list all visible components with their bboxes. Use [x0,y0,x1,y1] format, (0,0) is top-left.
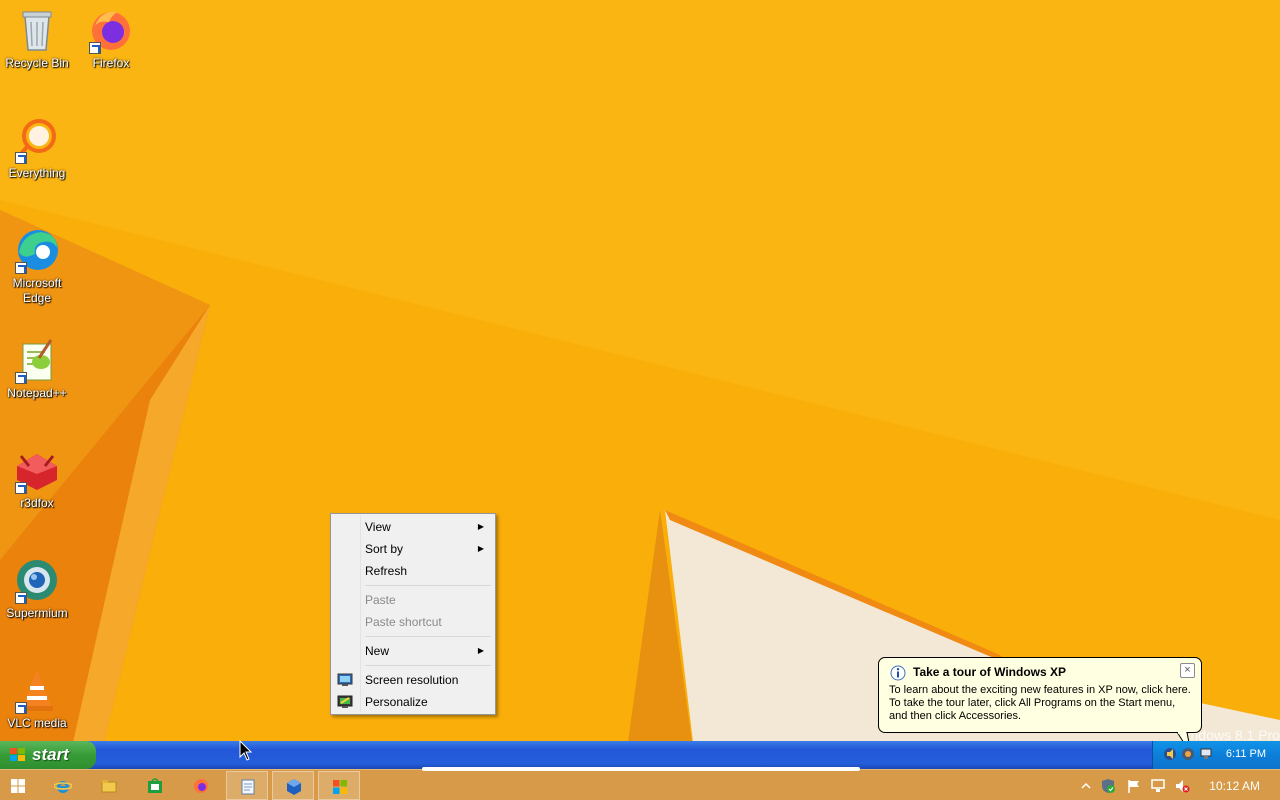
menu-item-label: New [365,644,390,658]
vlc-cone-icon [13,666,61,714]
menu-item-label: Personalize [365,695,428,709]
desktop-icon-notepad-plus-plus[interactable]: Notepad++ [1,336,73,401]
desktop-icon-label: Recycle Bin [5,56,69,70]
shortcut-arrow-icon [15,372,27,384]
desktop-icon-vlc[interactable]: VLC media [1,666,73,731]
shortcut-arrow-icon [15,482,27,494]
menu-item-paste: Paste [333,589,493,611]
menu-item-label: Refresh [365,564,408,578]
windows-xp-flag-icon [333,780,347,794]
menu-item-view[interactable]: View ▶ [333,516,493,538]
menu-separator [363,582,493,589]
r3dfox-icon [13,446,61,494]
taskbar-internet-explorer-button[interactable] [42,771,84,800]
desktop-icon-everything[interactable]: Everything [1,116,73,181]
desktop-icon-firefox[interactable]: Firefox [75,6,147,71]
submenu-arrow-icon: ▶ [477,646,484,655]
desktop-icon-label: Microsoft Edge [12,276,62,305]
menu-item-paste-shortcut: Paste shortcut [333,611,493,633]
action-center-flag-icon[interactable] [1126,778,1142,794]
monitor-icon [337,673,353,686]
submenu-arrow-icon: ▶ [477,544,484,553]
desktop-icon-microsoft-edge[interactable]: Microsoft Edge [1,226,73,306]
mouse-cursor-icon [239,740,253,761]
network-tray-icon[interactable] [1199,747,1213,761]
xp-clock[interactable]: 6:11 PM [1226,748,1266,760]
menu-item-label: Paste shortcut [365,615,442,629]
desktop-icon-label: Supermium [6,606,68,620]
system-clock[interactable]: 10:12 AM [1209,779,1260,793]
windows-8-taskbar: 10:12 AM [0,769,1280,800]
start-button[interactable]: start [0,741,96,769]
edge-icon [13,226,61,274]
menu-item-label: Screen resolution [365,673,459,687]
shortcut-arrow-icon [89,42,101,54]
shortcut-arrow-icon [15,262,27,274]
xp-taskbar: start 6:11 PM [0,741,1280,769]
balloon-title: Take a tour of Windows XP [913,665,1067,679]
menu-item-personalize[interactable]: Personalize [333,691,493,713]
store-icon [148,778,162,793]
windows-flag-icon [10,748,25,761]
taskbar-windows-xp-button[interactable] [318,771,360,800]
personalize-icon [337,695,353,708]
menu-item-label: View [365,520,391,534]
supermium-icon [13,556,61,604]
windows-start-icon[interactable] [10,778,26,794]
menu-item-label: Paste [365,593,396,607]
desktop-icon-label: Notepad++ [7,386,67,400]
defender-shield-icon[interactable] [1100,778,1116,794]
desktop-icon-supermium[interactable]: Supermium [1,556,73,621]
menu-separator [363,633,493,640]
taskbar-firefox-button[interactable] [180,771,222,800]
balloon-body: To learn about the exciting new features… [889,684,1191,722]
network-icon[interactable] [1150,778,1166,794]
everything-search-icon [13,116,61,164]
taskbar-file-explorer-button[interactable] [88,771,130,800]
notepad-plus-plus-icon [13,336,61,384]
balloon-close-button[interactable]: × [1180,663,1195,678]
desktop-icon-r3dfox[interactable]: r3dfox [1,446,73,511]
taskbar-store-button[interactable] [134,771,176,800]
taskbar-highlight-strip [422,767,860,771]
shortcut-arrow-icon [15,592,27,604]
menu-item-refresh[interactable]: Refresh [333,560,493,582]
desktop-icon-label: r3dfox [20,496,54,510]
xp-notification-area: 6:11 PM [1152,741,1280,769]
speaker-tray-icon[interactable] [1163,747,1177,761]
tour-notification-balloon[interactable]: Take a tour of Windows XP To learn about… [878,657,1202,754]
notification-area: 10:12 AM [1070,770,1280,800]
desktop-icon-label: Firefox [92,56,130,70]
desktop-icon-label: VLC media [7,716,67,730]
firefox-icon [87,6,135,54]
volume-muted-icon[interactable] [1174,778,1190,794]
internet-explorer-icon [54,781,72,793]
show-hidden-icons-chevron-icon[interactable] [1078,778,1094,794]
info-icon [890,665,906,681]
menu-item-new[interactable]: New ▶ [333,640,493,662]
menu-separator [363,662,493,669]
notepad-icon [241,779,255,795]
folder-icon [101,780,117,793]
desktop-context-menu: View ▶ Sort by ▶ Refresh Paste Paste sho… [330,513,496,715]
taskbar-notepad-button[interactable] [226,771,268,800]
start-label: start [32,745,69,764]
desktop-icon-label: Everything [8,166,66,180]
desktop-icon-recycle-bin[interactable]: Recycle Bin [1,6,73,71]
menu-item-screen-resolution[interactable]: Screen resolution [333,669,493,691]
menu-item-label: Sort by [365,542,404,556]
recycle-bin-icon [13,6,61,54]
menu-item-sort-by[interactable]: Sort by ▶ [333,538,493,560]
tour-tray-icon[interactable] [1181,747,1195,761]
taskbar-virtualbox-button[interactable] [272,771,314,800]
submenu-arrow-icon: ▶ [477,522,484,531]
shortcut-arrow-icon [15,152,27,164]
virtualbox-icon [287,779,301,795]
shortcut-arrow-icon [15,702,27,714]
firefox-icon [194,779,208,793]
